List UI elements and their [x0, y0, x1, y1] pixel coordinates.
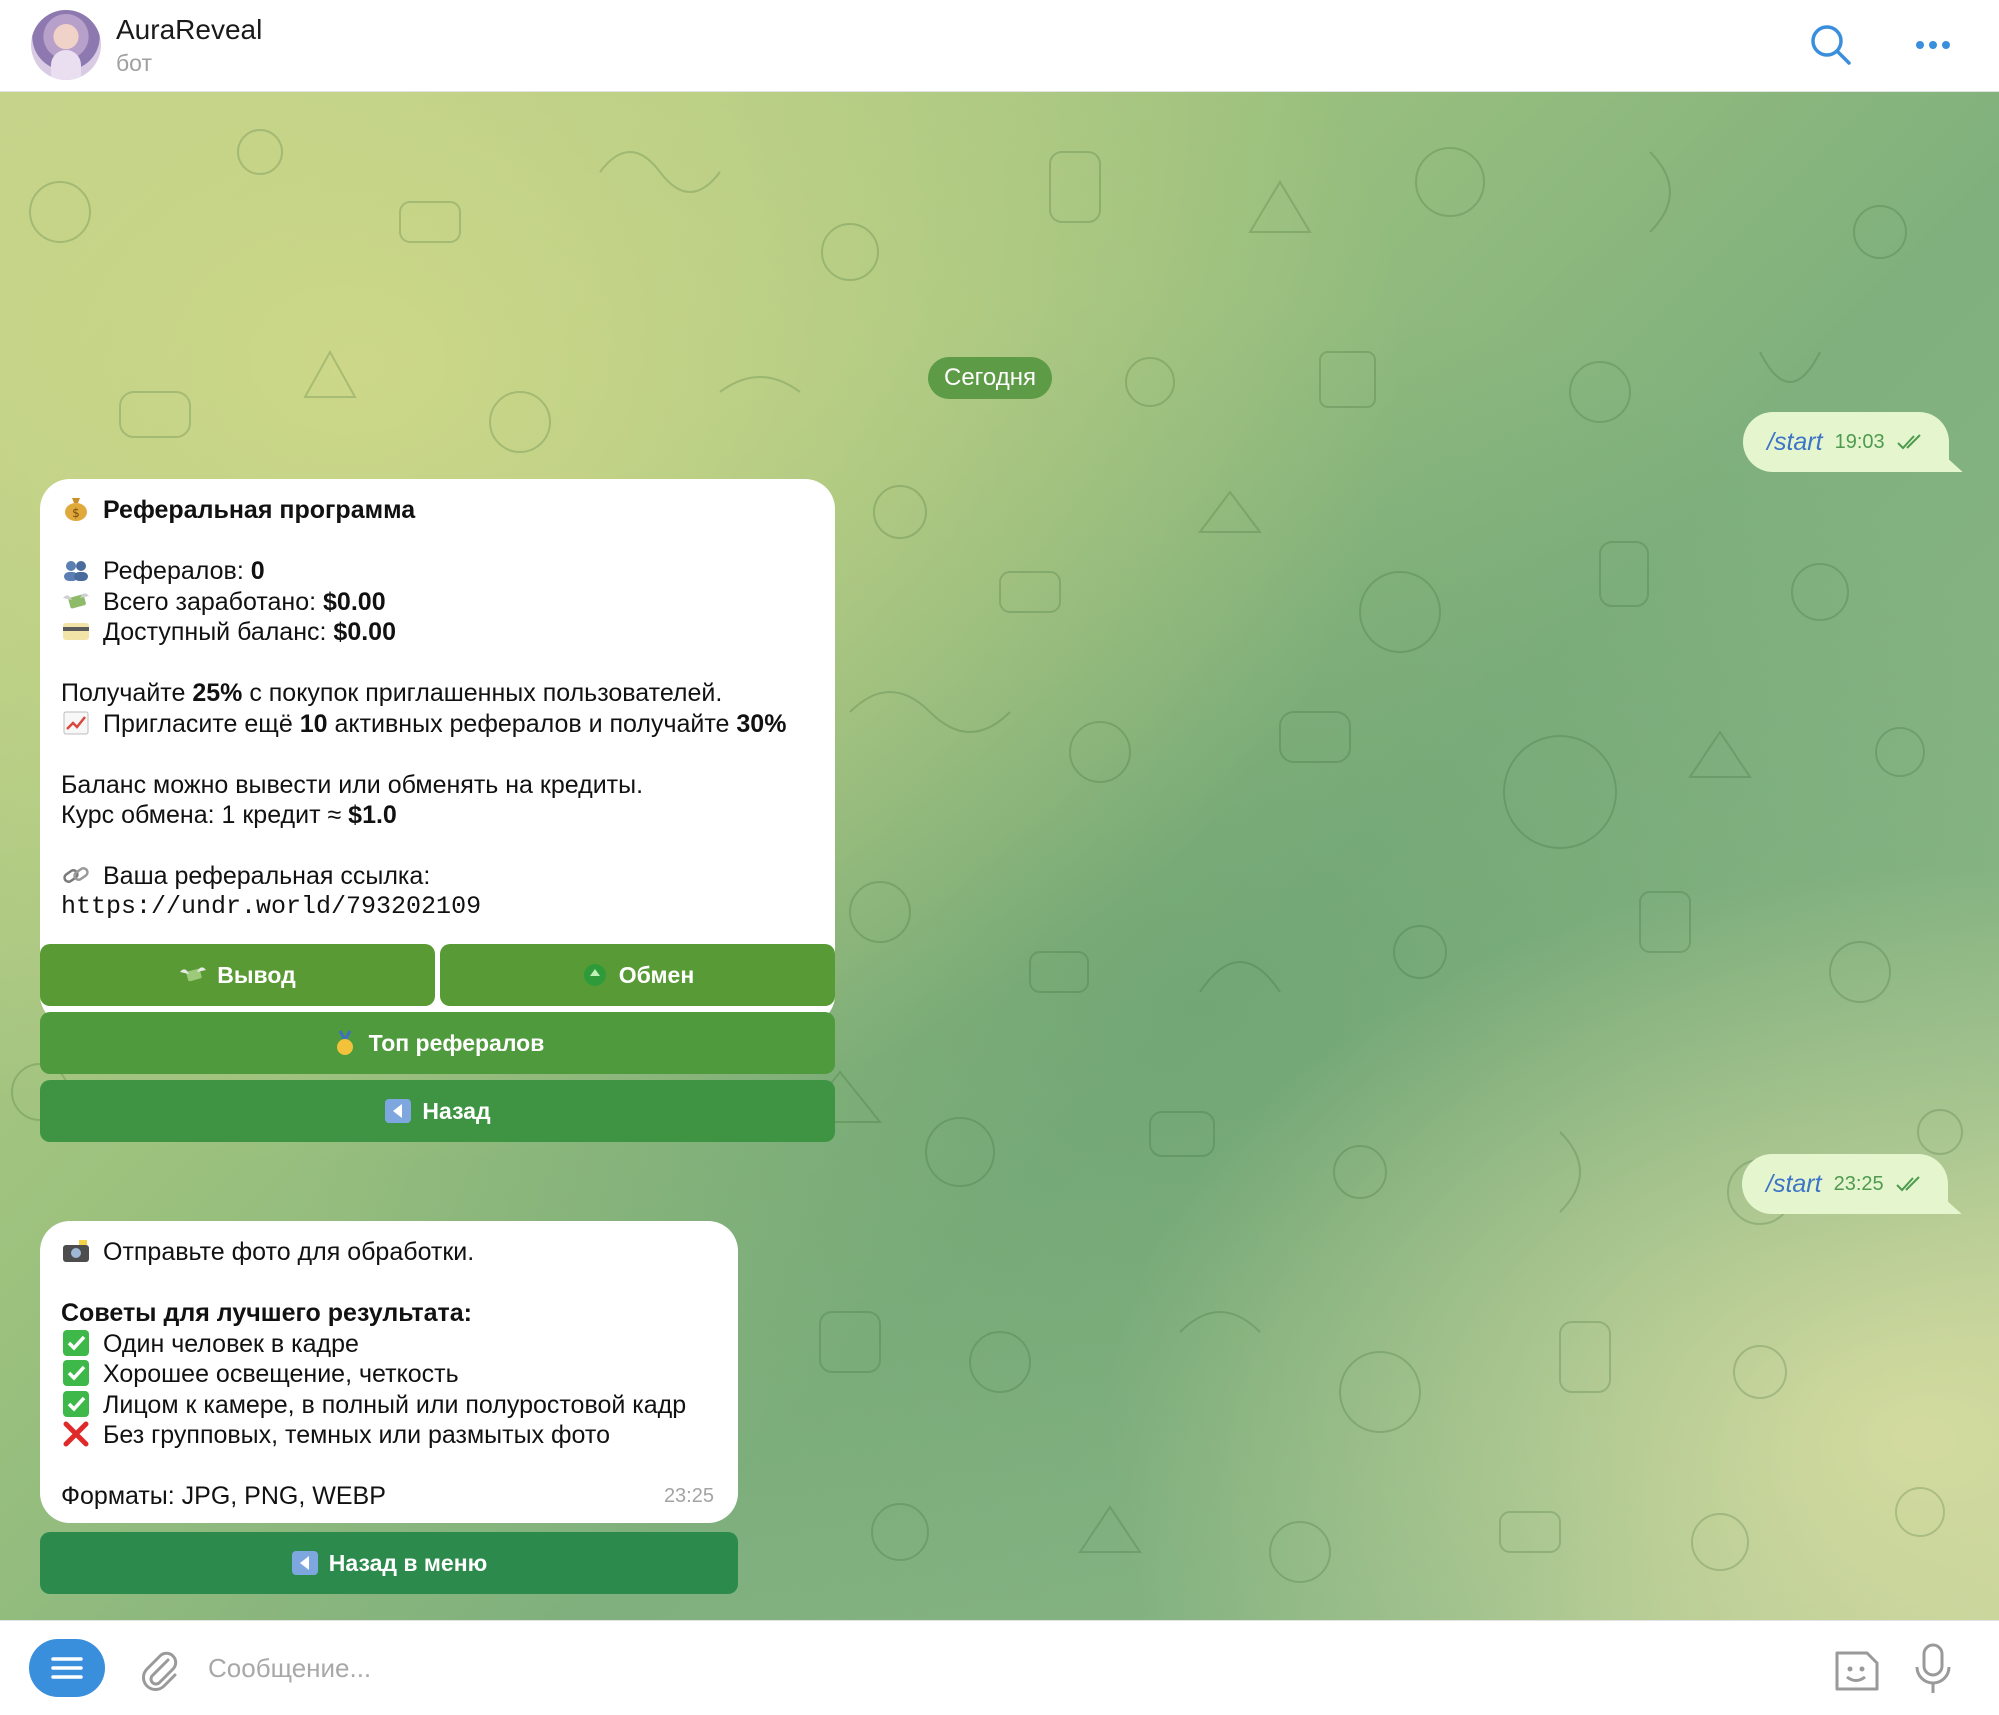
- money-wings-icon: [180, 967, 207, 982]
- cross-mark-icon: [63, 1421, 89, 1447]
- chat-header: AuraReveal бот: [0, 0, 1999, 92]
- bot-avatar[interactable]: [31, 10, 101, 80]
- chat-subtitle: бот: [116, 50, 152, 76]
- referral-link[interactable]: https://undr.world/793202109: [61, 892, 813, 923]
- money-wings-icon: [63, 592, 89, 608]
- camera-flash-icon: [63, 1240, 89, 1262]
- message-text[interactable]: /start: [1767, 428, 1823, 457]
- message-composer: [0, 1620, 1999, 1715]
- date-separator: Сегодня: [928, 357, 1052, 399]
- check-mark-icon: [63, 1390, 89, 1417]
- money-bag-icon: $: [65, 498, 87, 521]
- chat-title[interactable]: AuraReveal: [116, 14, 262, 46]
- chart-up-icon: [63, 711, 89, 734]
- send-photo-line: Отправьте фото для обработки.: [61, 1237, 716, 1268]
- back-arrow-icon: [291, 1551, 318, 1575]
- tip-item: Лицом к камере, в полный или полуростово…: [61, 1390, 716, 1421]
- tips-title: Советы для лучшего результата:: [61, 1299, 472, 1327]
- outgoing-message[interactable]: /start 19:03: [1743, 412, 1949, 472]
- back-to-menu-button[interactable]: Назад в меню: [40, 1532, 738, 1594]
- message-heading: $ Реферальная программа: [61, 495, 813, 526]
- exchange-button[interactable]: Обмен: [440, 944, 835, 1006]
- top-referrals-button[interactable]: Топ рефералов: [40, 1012, 835, 1074]
- check-mark-icon: [63, 1360, 89, 1386]
- back-arrow-icon: [385, 1099, 412, 1123]
- message-input[interactable]: [206, 1643, 1806, 1693]
- message-time: 23:25: [1833, 1172, 1884, 1195]
- formats-line: Форматы: JPG, PNG, WEBP: [61, 1482, 386, 1510]
- message-time: 23:25: [663, 1484, 714, 1507]
- microphone-icon[interactable]: [1910, 1641, 1956, 1697]
- check-mark-icon: [63, 1329, 89, 1356]
- incoming-message[interactable]: Отправьте фото для обработки. Советы для…: [40, 1221, 738, 1523]
- more-icon[interactable]: [1908, 20, 1958, 70]
- link-label-line: Ваша реферальная ссылка:: [61, 861, 813, 892]
- outgoing-message[interactable]: /start 23:25: [1742, 1154, 1948, 1214]
- bot-menu-button[interactable]: [29, 1639, 105, 1697]
- chat-area[interactable]: Сегодня /start 19:03 $ Реферальная прогр…: [0, 92, 1999, 1620]
- paperclip-icon[interactable]: [137, 1647, 183, 1693]
- medal-icon: [336, 1030, 353, 1055]
- percent-line: Получайте 25% с покупок приглашенных пол…: [61, 679, 723, 707]
- balance-line: Доступный баланс: $0.00: [61, 617, 813, 648]
- menu-icon: [51, 1657, 83, 1679]
- back-button[interactable]: Назад: [40, 1080, 835, 1142]
- double-check-icon: [1895, 1176, 1920, 1192]
- withdraw-line: Баланс можно вывести или обменять на кре…: [61, 770, 644, 799]
- withdraw-button[interactable]: Вывод: [40, 944, 435, 1006]
- recycle-icon: [583, 964, 606, 986]
- message-time: 19:03: [1834, 430, 1885, 453]
- tip-item: Хорошее освещение, четкость: [61, 1359, 716, 1390]
- message-text[interactable]: /start: [1766, 1170, 1822, 1199]
- invite-line: Пригласите ещё 10 активных рефералов и п…: [61, 709, 813, 740]
- credit-card-icon: [63, 623, 89, 640]
- double-check-icon: [1896, 434, 1921, 450]
- tip-item: Без групповых, темных или размытых фото: [61, 1420, 716, 1451]
- sticker-icon[interactable]: [1829, 1643, 1883, 1697]
- search-icon[interactable]: [1806, 20, 1856, 70]
- earned-line: Всего заработано: $0.00: [61, 587, 813, 618]
- tip-item: Один человек в кадре: [61, 1329, 716, 1360]
- referrals-line: Рефералов: 0: [61, 556, 813, 587]
- rate-line: Курс обмена: 1 кредит ≈ $1.0: [61, 801, 397, 829]
- people-icon: [64, 561, 88, 581]
- svg-text:$: $: [72, 506, 80, 520]
- link-icon: [63, 867, 89, 883]
